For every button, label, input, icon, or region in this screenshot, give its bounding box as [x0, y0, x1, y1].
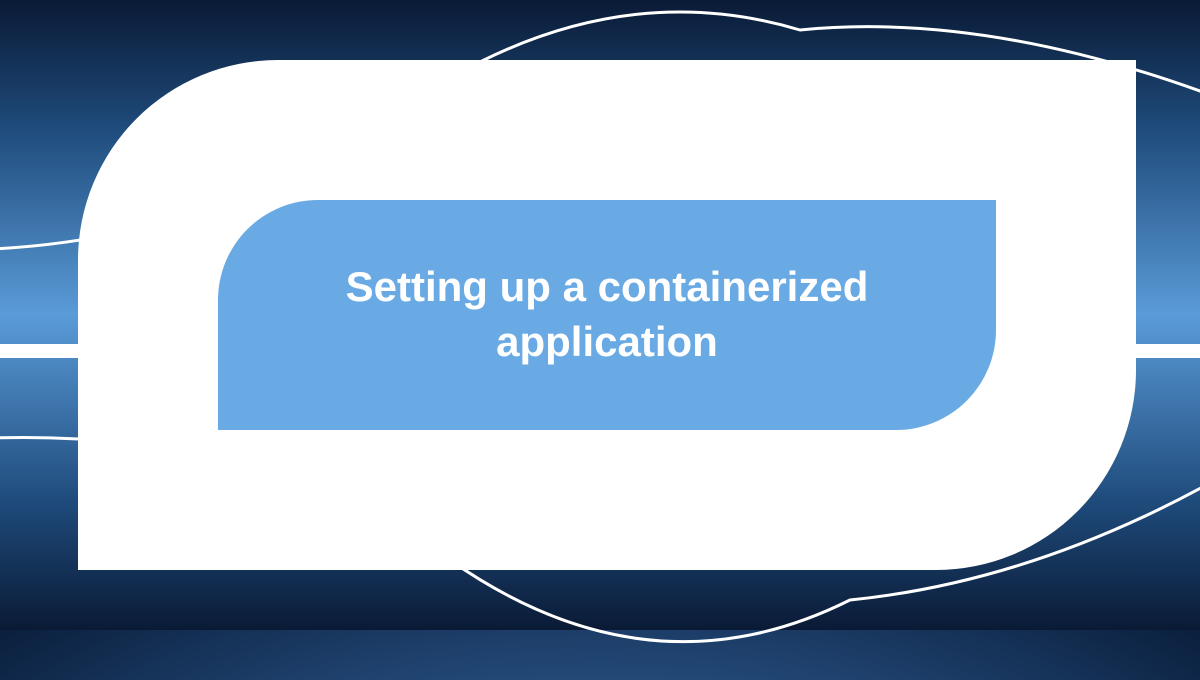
horizontal-accent-right [1136, 344, 1200, 358]
horizontal-accent-left [0, 344, 80, 358]
hero-title: Setting up a containerized application [218, 260, 996, 369]
inner-panel: Setting up a containerized application [218, 200, 996, 430]
